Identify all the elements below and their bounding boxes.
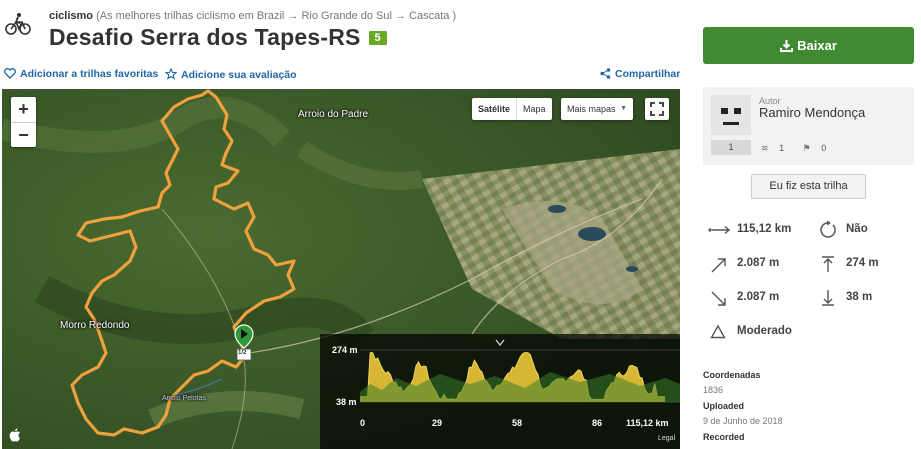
trail-map[interactable]: + − Satélite Mapa Mais mapas ▼ Arroio do… xyxy=(2,89,680,449)
place-label: Arroio do Padre xyxy=(298,109,369,120)
elevation-gain-icon xyxy=(711,258,726,273)
rate-label: Adicione sua avaliação xyxy=(181,69,297,81)
trail-title-text: Desafio Serra dos Tapes-RS xyxy=(49,24,361,50)
zoom-control: + − xyxy=(11,97,36,147)
breadcrumb-path[interactable]: (As melhores trilhas ciclismo em Brazil … xyxy=(93,10,456,22)
coords-value: 1836 xyxy=(703,385,724,395)
following-stat[interactable]: ⚑ 0 xyxy=(803,143,835,153)
distance-tick: 29 xyxy=(432,418,443,428)
share-label: Compartilhar xyxy=(615,68,681,80)
author-name-link[interactable]: Ramiro Mendonça xyxy=(759,105,865,120)
following-count: 0 xyxy=(821,143,827,153)
author-card: 1 Autor Ramiro Mendonça ≋ 1 ⚑ 0 xyxy=(703,87,914,165)
recorded-label: Recorded xyxy=(703,432,745,442)
trail-actions: Adicionar a trilhas favoritas Adicione s… xyxy=(4,67,680,84)
bike-icon xyxy=(5,13,31,35)
followers-stat[interactable]: ≋ 1 xyxy=(761,143,792,153)
max-elevation-value: 274 m xyxy=(846,257,879,269)
min-elevation-label: 38 m xyxy=(336,397,357,407)
elevation-chart xyxy=(360,339,680,403)
difficulty-icon xyxy=(710,324,726,339)
uploaded-value: 9 de Junho de 2018 xyxy=(703,416,783,426)
heart-icon xyxy=(4,68,16,79)
loop-value: Não xyxy=(846,223,868,235)
max-elevation-icon xyxy=(822,256,834,272)
elevation-profile[interactable]: 274 m 38 m 0 29 58 86 115,12 km Legal xyxy=(320,334,680,449)
author-stats: ≋ 1 ⚑ 0 xyxy=(761,143,842,154)
max-elevation-label: 274 m xyxy=(332,345,358,355)
avatar-face-icon xyxy=(721,108,741,125)
difficulty-value: Moderado xyxy=(737,325,792,337)
distance-tick: 115,12 km xyxy=(626,418,669,428)
collapse-chevron-icon xyxy=(495,339,505,347)
coords-label: Coordenadas xyxy=(703,370,761,380)
start-marker-icon[interactable] xyxy=(233,324,255,362)
satellite-button[interactable]: Satélite xyxy=(472,98,518,120)
place-label: Morro Redondo xyxy=(60,320,130,331)
star-icon xyxy=(164,67,178,80)
more-maps-dropdown[interactable]: Mais mapas ▼ xyxy=(561,98,633,120)
breadcrumb: ciclismo (As melhores trilhas ciclismo e… xyxy=(49,10,456,22)
loop-icon xyxy=(820,220,836,238)
apple-maps-logo xyxy=(9,428,20,442)
more-maps-label: Mais mapas xyxy=(567,104,616,114)
trail-page: ciclismo (As melhores trilhas ciclismo e… xyxy=(0,0,921,449)
distance-tick: 0 xyxy=(360,418,366,428)
flag-icon: ⚑ xyxy=(802,143,811,153)
distance-icon xyxy=(708,225,731,235)
elevation-loss-icon xyxy=(711,291,726,306)
author-trail-count: 1 xyxy=(711,140,751,155)
avatar[interactable] xyxy=(711,95,751,135)
rate-link[interactable]: Adicione sua avaliação xyxy=(164,67,297,81)
share-link[interactable]: Compartilhar xyxy=(600,68,680,80)
distance-tick: 58 xyxy=(512,418,523,428)
elevation-gain-value: 2.087 m xyxy=(737,257,780,269)
map-button[interactable]: Mapa xyxy=(517,98,552,120)
min-elevation-icon xyxy=(822,290,834,306)
legal-link[interactable]: Legal xyxy=(658,435,675,442)
favorite-link[interactable]: Adicionar a trilhas favoritas xyxy=(4,68,158,80)
followers-count: 1 xyxy=(779,143,785,153)
download-label: Baixar xyxy=(797,38,837,53)
map-type-toggle: Satélite Mapa xyxy=(472,98,552,120)
favorite-label: Adicionar a trilhas favoritas xyxy=(20,68,159,80)
chevron-down-icon: ▼ xyxy=(620,105,627,112)
did-trail-button[interactable]: Eu fiz esta trilha xyxy=(751,174,866,199)
distance-value: 115,12 km xyxy=(737,223,792,235)
trail-header: ciclismo (As melhores trilhas ciclismo e… xyxy=(0,0,690,60)
page-title: Desafio Serra dos Tapes-RS 5 xyxy=(49,24,387,51)
zoom-in-button[interactable]: + xyxy=(11,97,36,122)
zoom-out-button[interactable]: − xyxy=(11,122,36,147)
distance-tick: 86 xyxy=(592,418,603,428)
river-label: Arroio Pelotas xyxy=(162,395,206,402)
download-button[interactable]: Baixar xyxy=(703,27,914,64)
start-marker-label: 1/2 xyxy=(238,350,247,356)
elevation-loss-value: 2.087 m xyxy=(737,291,780,303)
share-icon xyxy=(600,68,611,79)
activity-link[interactable]: ciclismo xyxy=(49,10,93,22)
fullscreen-button[interactable] xyxy=(645,98,669,120)
min-elevation-value: 38 m xyxy=(846,291,873,303)
followers-icon: ≋ xyxy=(761,143,769,153)
difficulty-badge: 5 xyxy=(368,31,387,45)
fullscreen-icon xyxy=(650,102,664,116)
uploaded-label: Uploaded xyxy=(703,401,745,411)
download-icon xyxy=(780,40,794,52)
